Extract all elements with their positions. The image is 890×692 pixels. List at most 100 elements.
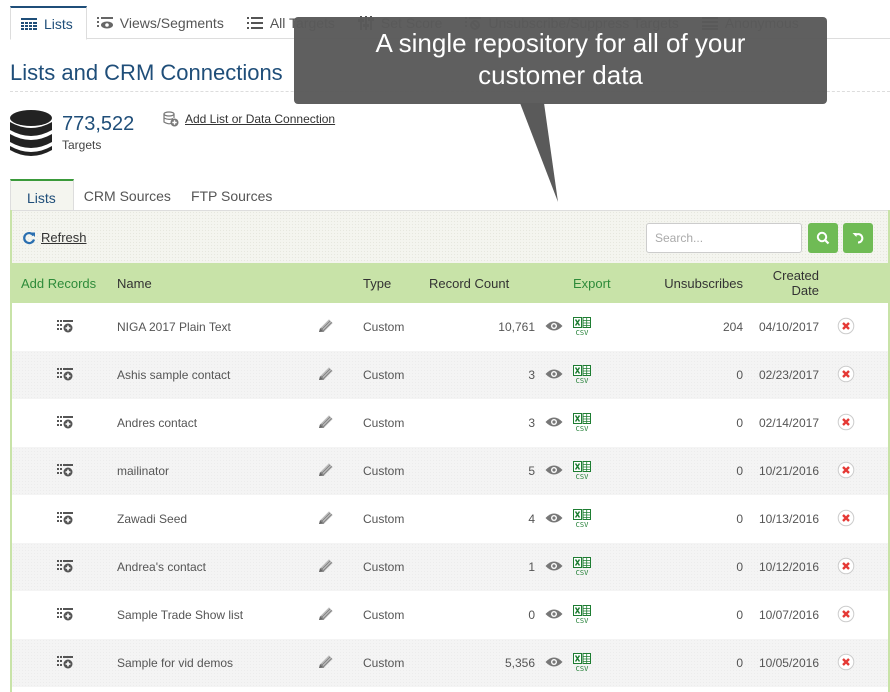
edit-pencil-icon[interactable] — [317, 510, 335, 529]
subtab-crm-sources[interactable]: CRM Sources — [74, 179, 181, 211]
edit-cell — [317, 303, 363, 351]
list-name: Ashis sample contact — [117, 368, 231, 382]
add-records-cell — [12, 543, 117, 591]
delete-icon[interactable] — [837, 317, 855, 338]
edit-pencil-icon[interactable] — [317, 606, 335, 625]
delete-icon[interactable] — [837, 653, 855, 674]
tab-lists-label: Lists — [44, 15, 73, 32]
view-eye-icon[interactable] — [545, 512, 563, 527]
delete-cell — [833, 399, 888, 447]
export-csv-icon[interactable]: CSV — [573, 460, 591, 481]
edit-pencil-icon[interactable] — [317, 366, 335, 385]
list-name: Andres contact — [117, 416, 198, 430]
col-record-count[interactable]: Record Count — [429, 263, 535, 303]
table-header-row: Add Records Name Type Record Count Expor… — [12, 263, 888, 303]
export-cell: CSV — [573, 495, 633, 543]
delete-icon[interactable] — [837, 413, 855, 434]
edit-pencil-icon[interactable] — [317, 414, 335, 433]
callout-line-2: customer data — [478, 60, 643, 90]
view-cell — [535, 495, 573, 543]
add-records-icon[interactable] — [56, 559, 73, 576]
unsubscribes: 0 — [736, 512, 743, 526]
edit-pencil-icon[interactable] — [317, 318, 335, 337]
view-eye-icon[interactable] — [545, 560, 563, 575]
table-row: mailinator Custom 5 CSV 0 10/21/2016 — [12, 447, 888, 495]
edit-pencil-icon[interactable] — [317, 558, 335, 577]
export-cell: CSV — [573, 447, 633, 495]
list-type: Custom — [363, 416, 405, 430]
add-records-cell — [12, 591, 117, 639]
export-csv-icon[interactable]: CSV — [573, 652, 591, 673]
unsubscribes: 0 — [736, 464, 743, 478]
delete-icon[interactable] — [837, 365, 855, 386]
delete-cell — [833, 351, 888, 399]
targets-count: 773,522 — [62, 113, 135, 135]
sub-tabs: Lists CRM Sources FTP Sources — [10, 179, 890, 212]
view-eye-icon[interactable] — [545, 464, 563, 479]
unsubscribes: 0 — [736, 608, 743, 622]
tab-views-segments[interactable]: Views/Segments — [87, 6, 237, 39]
col-unsubscribes[interactable]: Unsubscribes — [633, 263, 743, 303]
add-records-icon[interactable] — [56, 655, 73, 672]
csv-label: CSV — [575, 376, 589, 385]
search-button[interactable] — [808, 223, 838, 253]
view-cell — [535, 303, 573, 351]
add-records-icon[interactable] — [56, 463, 73, 480]
export-csv-icon[interactable]: CSV — [573, 364, 591, 385]
export-csv-icon[interactable]: CSV — [573, 316, 591, 337]
view-cell — [535, 639, 573, 687]
add-list-or-data-connection-link[interactable]: Add List or Data Connection — [163, 111, 335, 127]
undo-icon — [852, 233, 864, 244]
delete-icon[interactable] — [837, 509, 855, 530]
view-eye-icon[interactable] — [545, 320, 563, 335]
add-records-icon[interactable] — [56, 319, 73, 336]
subtab-lists[interactable]: Lists — [10, 179, 74, 212]
col-export: Export — [573, 275, 611, 291]
reset-button[interactable] — [843, 223, 873, 253]
add-records-icon[interactable] — [56, 607, 73, 624]
view-eye-icon[interactable] — [545, 608, 563, 623]
table-row: Sample Trade Show list Custom 0 CSV 0 10… — [12, 591, 888, 639]
record-count: 3 — [528, 368, 535, 382]
refresh-link[interactable]: Refresh — [22, 230, 87, 245]
delete-cell — [833, 591, 888, 639]
delete-icon[interactable] — [837, 605, 855, 626]
subtab-ftp-sources[interactable]: FTP Sources — [181, 179, 282, 211]
csv-label: CSV — [575, 616, 589, 625]
view-eye-icon[interactable] — [545, 656, 563, 671]
search-input[interactable] — [646, 223, 802, 253]
table-icon — [21, 17, 37, 31]
edit-cell — [317, 351, 363, 399]
add-records-icon[interactable] — [56, 511, 73, 528]
lists-table: Add Records Name Type Record Count Expor… — [12, 263, 888, 687]
export-csv-icon[interactable]: CSV — [573, 556, 591, 577]
export-csv-icon[interactable]: CSV — [573, 412, 591, 433]
view-eye-icon[interactable] — [545, 416, 563, 431]
view-eye-icon[interactable] — [545, 368, 563, 383]
refresh-icon — [23, 231, 36, 244]
add-records-icon[interactable] — [56, 367, 73, 384]
table-row: Andres contact Custom 3 CSV 0 02/14/2017 — [12, 399, 888, 447]
col-add-records[interactable]: Add Records — [12, 263, 117, 303]
add-records-icon[interactable] — [56, 415, 73, 432]
refresh-label: Refresh — [41, 230, 87, 245]
export-csv-icon[interactable]: CSV — [573, 508, 591, 529]
delete-icon[interactable] — [837, 557, 855, 578]
list-name: Andrea's contact — [117, 560, 207, 574]
export-csv-icon[interactable]: CSV — [573, 604, 591, 625]
csv-label: CSV — [575, 424, 589, 433]
col-name[interactable]: Name — [117, 263, 317, 303]
created-date: 10/13/2016 — [758, 512, 819, 526]
list-type: Custom — [363, 368, 405, 382]
col-created-date[interactable]: Created Date — [743, 263, 833, 303]
export-cell: CSV — [573, 639, 633, 687]
col-type[interactable]: Type — [363, 263, 429, 303]
tab-lists[interactable]: Lists — [10, 6, 87, 40]
edit-pencil-icon[interactable] — [317, 462, 335, 481]
record-count: 10,761 — [498, 320, 535, 334]
edit-pencil-icon[interactable] — [317, 654, 335, 673]
feature-callout: A single repository for all of your cust… — [294, 17, 827, 104]
unsubscribes: 0 — [736, 416, 743, 430]
list-icon — [246, 16, 263, 30]
delete-icon[interactable] — [837, 461, 855, 482]
